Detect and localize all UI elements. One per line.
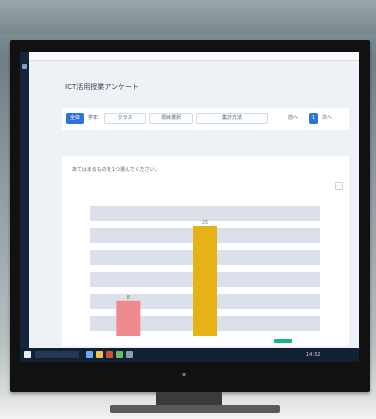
bar-chart: 8 25 xyxy=(90,206,320,336)
app-window: ICT活用授業アンケート 全体 学年 クラス 項目選択 集計方法 前へ 1 次へ… xyxy=(20,52,359,362)
chart-card: あてはまるものを1つ選んでください。 8 25 xyxy=(62,156,349,346)
folder-icon[interactable] xyxy=(96,351,103,358)
filter-toolbar: 全体 学年 クラス 項目選択 集計方法 前へ 1 次へ xyxy=(62,108,349,130)
tv-stand-neck xyxy=(156,392,222,406)
system-tray-time: 14:32 xyxy=(306,352,321,358)
window-titlebar xyxy=(29,52,359,61)
grid-band xyxy=(90,206,320,221)
bar-a[interactable] xyxy=(116,300,141,336)
desktop-left-strip xyxy=(20,52,29,348)
bar-b[interactable] xyxy=(193,226,217,336)
taskbar-search-input[interactable] xyxy=(35,351,79,358)
browser-icon[interactable] xyxy=(86,351,93,358)
tv-brand-logo: ▪ xyxy=(182,371,187,378)
tab-item-select[interactable]: 項目選択 xyxy=(149,113,193,124)
page-title: ICT活用授業アンケート xyxy=(65,83,139,91)
pager-next-label[interactable]: 次へ xyxy=(322,113,332,124)
pager-current-page[interactable]: 1 xyxy=(309,113,318,124)
taskbar: 14:32 xyxy=(20,348,359,362)
desktop-app-icon[interactable] xyxy=(22,64,27,69)
tab-grade[interactable]: 学年 xyxy=(87,113,99,124)
settings-icon[interactable] xyxy=(126,351,133,358)
room-top xyxy=(0,0,376,34)
bar-value-label: 8 xyxy=(127,295,130,301)
pager-prev-label[interactable]: 前へ xyxy=(288,113,298,124)
tv-stand-base xyxy=(110,405,280,413)
office-icon[interactable] xyxy=(106,351,113,358)
tab-aggregation[interactable]: 集計方法 xyxy=(196,113,268,124)
bar-value-label: 25 xyxy=(202,220,208,226)
tab-all[interactable]: 全体 xyxy=(66,113,84,124)
status-bar-indicator xyxy=(274,339,292,343)
start-icon[interactable] xyxy=(24,351,31,358)
tab-class[interactable]: クラス xyxy=(104,113,146,124)
app-icon[interactable] xyxy=(116,351,123,358)
